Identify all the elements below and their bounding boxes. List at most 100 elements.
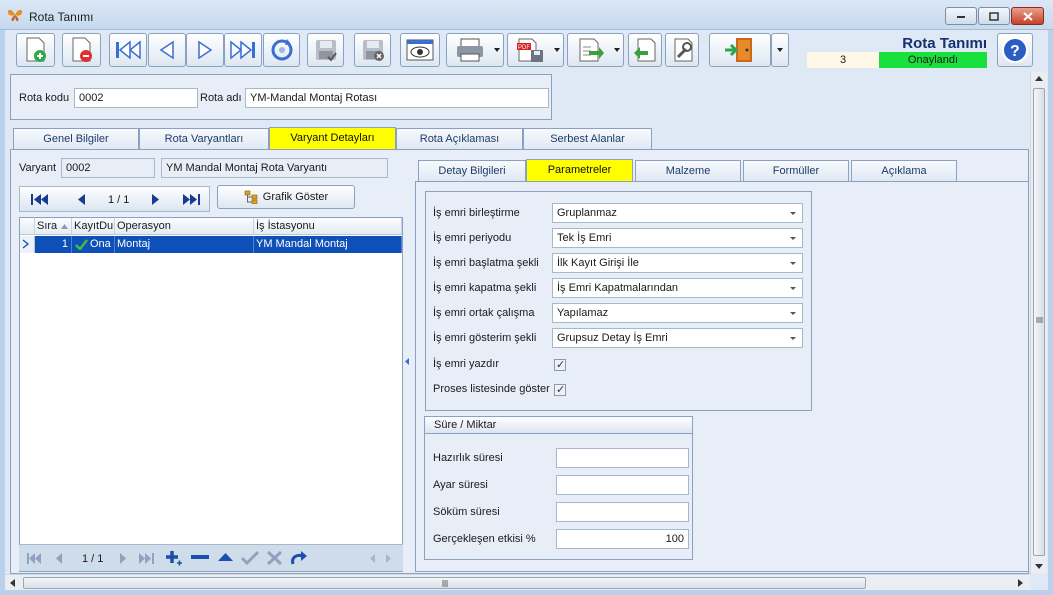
variant-code-field[interactable]: 0002 xyxy=(61,158,155,178)
redo-icon[interactable] xyxy=(290,550,308,566)
teardown-time-field[interactable] xyxy=(556,502,689,522)
refresh-button[interactable] xyxy=(263,33,300,67)
first-page-icon[interactable] xyxy=(31,193,49,206)
grid-header-sira[interactable]: Sıra xyxy=(35,218,72,235)
previous-record-icon xyxy=(159,40,174,60)
confirm-icon[interactable] xyxy=(241,550,259,565)
move-up-icon[interactable] xyxy=(218,552,233,562)
param-start-value: İlk Kayıt Girişi İle xyxy=(557,257,639,269)
tab-general-info[interactable]: Genel Bilgiler xyxy=(13,128,139,149)
sort-ascending-icon xyxy=(61,224,68,229)
route-name-field[interactable]: YM-Mandal Montaj Rotası xyxy=(245,88,549,108)
previous-page-icon[interactable] xyxy=(76,193,86,206)
preview-button[interactable] xyxy=(400,33,440,67)
next-record-button[interactable] xyxy=(186,33,224,67)
pdf-export-button[interactable]: PDF xyxy=(507,33,564,67)
tab-parameters[interactable]: Parametreler xyxy=(526,159,633,181)
tab-materials[interactable]: Malzeme xyxy=(635,160,741,181)
efficiency-label: Gerçekleşen etkisi % xyxy=(433,533,536,545)
cell-status: Ona xyxy=(72,236,115,253)
help-icon: ? xyxy=(1002,37,1028,63)
param-display-select[interactable]: Grupsuz Detay İş Emri xyxy=(552,328,803,348)
save-button[interactable] xyxy=(307,33,344,67)
last-page-icon[interactable] xyxy=(183,193,201,206)
param-close-value: İş Emri Kapatmalarından xyxy=(557,282,679,294)
previous-record-small-icon[interactable] xyxy=(55,553,63,564)
previous-record-button[interactable] xyxy=(148,33,186,67)
param-period-value: Tek İş Emri xyxy=(557,232,612,244)
scroll-right-small-icon[interactable] xyxy=(385,554,392,563)
tab-variant-details[interactable]: Varyant Detayları xyxy=(269,127,396,149)
grid-bottom-page: 1 / 1 xyxy=(82,553,104,565)
first-record-small-icon[interactable] xyxy=(27,553,42,564)
last-record-button[interactable] xyxy=(224,33,262,67)
scroll-down-icon[interactable] xyxy=(1035,564,1043,569)
table-row[interactable]: 1 Ona Montaj YM Mandal Montaj xyxy=(20,236,402,253)
horizontal-scroll-thumb[interactable] xyxy=(23,577,866,589)
remove-icon[interactable] xyxy=(191,555,209,560)
import-button[interactable] xyxy=(628,33,662,67)
scroll-up-icon[interactable] xyxy=(1035,76,1043,81)
status-badge: Onaylandı xyxy=(879,52,987,68)
param-merge-label: İş emri birleştirme xyxy=(433,207,520,219)
next-record-small-icon[interactable] xyxy=(119,553,127,564)
adjust-time-field[interactable] xyxy=(556,475,689,495)
export-button[interactable] xyxy=(567,33,624,67)
cancel-icon[interactable] xyxy=(267,551,282,565)
tab-description[interactable]: Açıklama xyxy=(851,160,957,181)
add-icon[interactable] xyxy=(164,550,182,567)
vertical-scroll-thumb[interactable] xyxy=(1033,88,1045,556)
param-shared-label: İş emri ortak çalışma xyxy=(433,307,535,319)
tab-formulas[interactable]: Formüller xyxy=(743,160,849,181)
tab-detail-info[interactable]: Detay Bilgileri xyxy=(418,160,526,181)
route-code-field[interactable]: 0002 xyxy=(74,88,198,108)
grid-row-indicator-header xyxy=(20,218,35,235)
scroll-right-icon[interactable] xyxy=(1018,579,1023,587)
param-merge-select[interactable]: Gruplanmaz xyxy=(552,203,803,223)
help-button[interactable]: ? xyxy=(997,33,1033,67)
param-close-select[interactable]: İş Emri Kapatmalarından xyxy=(552,278,803,298)
grip-icon xyxy=(1036,317,1043,323)
row-indicator xyxy=(20,236,35,253)
graph-show-button[interactable]: Grafik Göster xyxy=(217,185,355,209)
grid-header-status[interactable]: KayıtDu xyxy=(72,218,115,235)
cell-status-text: Ona xyxy=(90,238,111,250)
maximize-button[interactable] xyxy=(978,7,1010,25)
tab-free-fields[interactable]: Serbest Alanlar xyxy=(523,128,652,149)
variant-label: Varyant xyxy=(19,162,57,174)
param-period-select[interactable]: Tek İş Emri xyxy=(552,228,803,248)
parameters-group: İş emri birleştirme Gruplanmaz İş emri p… xyxy=(425,191,812,411)
tab-route-variants[interactable]: Rota Varyantları xyxy=(139,128,269,149)
new-button[interactable] xyxy=(16,33,55,67)
variant-name-field[interactable]: YM Mandal Montaj Rota Varyantı xyxy=(161,158,388,178)
grid-header-operation[interactable]: Operasyon xyxy=(115,218,254,235)
last-record-small-icon[interactable] xyxy=(139,553,154,564)
horizontal-scrollbar[interactable] xyxy=(5,574,1030,590)
exit-dropdown-button[interactable] xyxy=(771,33,789,67)
save-cancel-button[interactable] xyxy=(354,33,391,67)
exit-button[interactable] xyxy=(709,33,771,67)
efficiency-field[interactable]: 100 xyxy=(556,529,689,549)
scroll-left-icon[interactable] xyxy=(10,579,15,587)
tab-route-description[interactable]: Rota Açıklaması xyxy=(396,128,523,149)
panel-splitter[interactable] xyxy=(403,158,412,572)
close-button[interactable] xyxy=(1011,7,1044,25)
tools-button[interactable] xyxy=(665,33,699,67)
setup-time-field[interactable] xyxy=(556,448,689,468)
param-start-select[interactable]: İlk Kayıt Girişi İle xyxy=(552,253,803,273)
param-process-list-checkbox[interactable] xyxy=(554,383,566,396)
param-print-checkbox[interactable] xyxy=(554,358,566,371)
print-button[interactable] xyxy=(446,33,504,67)
route-name-label: Rota adı xyxy=(200,92,242,104)
param-shared-select[interactable]: Yapılamaz xyxy=(552,303,803,323)
first-record-button[interactable] xyxy=(109,33,147,67)
vertical-scrollbar[interactable] xyxy=(1030,72,1047,574)
delete-button[interactable] xyxy=(62,33,101,67)
grid-header-station[interactable]: İş İstasyonu xyxy=(254,218,402,235)
minimize-button[interactable] xyxy=(945,7,977,25)
preview-icon xyxy=(406,39,434,61)
grid-navigator: 1 / 1 xyxy=(19,186,210,212)
next-page-icon[interactable] xyxy=(151,193,161,206)
scroll-left-small-icon[interactable] xyxy=(369,554,376,563)
teardown-time-label: Söküm süresi xyxy=(433,506,500,518)
